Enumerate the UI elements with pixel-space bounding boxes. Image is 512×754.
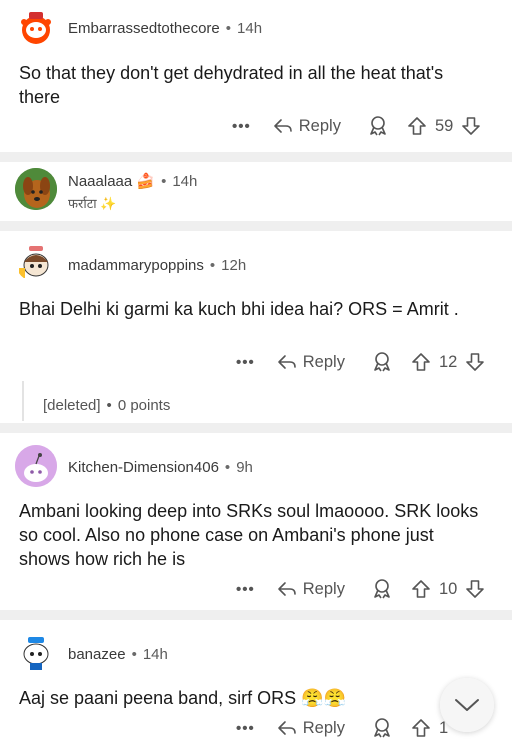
downvote-arrow-icon[interactable] bbox=[465, 579, 485, 599]
award-icon[interactable] bbox=[367, 115, 389, 137]
downvote-arrow-icon[interactable] bbox=[461, 116, 481, 136]
comment-separator bbox=[0, 423, 512, 433]
upvote-arrow-icon[interactable] bbox=[411, 718, 431, 738]
award-icon[interactable] bbox=[371, 578, 393, 600]
cake-icon: 🍰 bbox=[136, 173, 156, 190]
more-options-icon[interactable]: ••• bbox=[236, 720, 255, 737]
comment-actions: ••• Reply 12 bbox=[236, 348, 485, 376]
timestamp: 9h bbox=[236, 459, 253, 476]
deleted-author: [deleted] bbox=[43, 397, 101, 414]
reply-arrow-icon bbox=[277, 719, 297, 737]
username[interactable]: Naaalaaa bbox=[68, 173, 132, 190]
upvote-arrow-icon[interactable] bbox=[407, 116, 427, 136]
reply-label: Reply bbox=[302, 718, 345, 737]
upvote-arrow-icon[interactable] bbox=[411, 352, 431, 372]
vote-controls: 10 bbox=[411, 579, 485, 599]
timestamp: 14h bbox=[142, 646, 168, 663]
downvote-arrow-icon[interactable] bbox=[465, 352, 485, 372]
reply-label: Reply bbox=[302, 579, 345, 598]
comment-meta: Naaalaaa 🍰 • 14h bbox=[68, 173, 198, 190]
comment-meta: banazee • 14h bbox=[68, 646, 168, 663]
comment-actions: ••• Reply 1 bbox=[236, 714, 448, 742]
vote-controls: 12 bbox=[411, 352, 485, 372]
avatar[interactable] bbox=[15, 6, 57, 48]
flair-text: फर्राटा bbox=[68, 196, 97, 211]
more-options-icon[interactable]: ••• bbox=[236, 581, 255, 598]
reply-button[interactable]: Reply bbox=[273, 117, 341, 136]
timestamp: 14h bbox=[237, 20, 263, 37]
vote-controls: 59 bbox=[407, 116, 481, 136]
reply-button[interactable]: Reply bbox=[277, 580, 345, 599]
comment-1: Embarrassedtothecore • 14h So that they do… bbox=[0, 0, 512, 152]
timestamp: 14h bbox=[172, 173, 198, 190]
angry-face-emoji: 😤😤 bbox=[301, 688, 347, 708]
more-options-icon[interactable]: ••• bbox=[232, 118, 251, 135]
snoo-avatar-icon bbox=[21, 12, 51, 44]
award-icon[interactable] bbox=[371, 717, 393, 739]
comment-3: madammarypoppins • 12h Bhai Delhi ki garmi… bbox=[0, 231, 512, 421]
dog-avatar-icon bbox=[15, 168, 57, 210]
avatar[interactable] bbox=[15, 445, 57, 487]
reply-button[interactable]: Reply bbox=[277, 719, 345, 738]
vote-controls: 1 bbox=[411, 718, 448, 738]
avatar[interactable] bbox=[15, 168, 57, 210]
deleted-reply[interactable]: [deleted] • 0 points bbox=[43, 397, 170, 414]
comment-separator bbox=[0, 152, 512, 162]
avatar[interactable] bbox=[15, 240, 57, 282]
comment-body: So that they don't get dehydrated in all… bbox=[19, 63, 444, 107]
vote-score: 10 bbox=[438, 579, 458, 598]
snoo-avatar-icon bbox=[19, 246, 49, 278]
timestamp: 12h bbox=[221, 257, 247, 274]
reply-arrow-icon bbox=[277, 580, 297, 598]
comment-body: Aaj se paani peena band, sirf ORS 😤😤 bbox=[19, 686, 489, 710]
comment-meta: madammarypoppins • 12h bbox=[68, 257, 247, 274]
comment-body: Bhai Delhi ki garmi ka kuch bhi idea hai… bbox=[19, 299, 459, 319]
reply-arrow-icon bbox=[273, 117, 293, 135]
sparkle-icon: ✨ bbox=[100, 196, 117, 211]
comment-actions: ••• Reply 59 bbox=[232, 112, 481, 140]
snoo-avatar-icon bbox=[23, 637, 49, 670]
comment-2: Naaalaaa 🍰 • 14h फर्राटा ✨ bbox=[0, 162, 512, 211]
vote-score: 59 bbox=[434, 116, 454, 135]
snoo-avatar-icon bbox=[15, 445, 57, 487]
comment-body: Ambani looking deep into SRKs soul lmaoo… bbox=[19, 501, 479, 569]
chevron-down-icon bbox=[454, 697, 480, 713]
comment-text: Aaj se paani peena band, sirf ORS bbox=[19, 688, 297, 708]
username[interactable]: madammarypoppins bbox=[68, 257, 204, 274]
deleted-points: 0 points bbox=[117, 397, 171, 414]
reply-label: Reply bbox=[302, 352, 345, 371]
upvote-arrow-icon[interactable] bbox=[411, 579, 431, 599]
comment-actions: ••• Reply 10 bbox=[236, 575, 485, 603]
reply-arrow-icon bbox=[277, 353, 297, 371]
comment-meta: Embarrassedtothecore • 14h bbox=[68, 20, 263, 37]
reply-button[interactable]: Reply bbox=[277, 353, 345, 372]
vote-score: 12 bbox=[438, 352, 458, 371]
username[interactable]: banazee bbox=[68, 646, 126, 663]
thread-line bbox=[22, 381, 24, 421]
comment-meta: Kitchen-Dimension406 • 9h bbox=[68, 459, 253, 476]
comment-separator bbox=[0, 221, 512, 231]
comment-4: Kitchen-Dimension406 • 9h Ambani looking d… bbox=[0, 433, 512, 612]
more-options-icon[interactable]: ••• bbox=[236, 354, 255, 371]
scroll-down-button[interactable] bbox=[440, 678, 494, 732]
comment-separator bbox=[0, 610, 512, 620]
reply-label: Reply bbox=[298, 116, 341, 135]
user-flair: फर्राटा ✨ bbox=[68, 194, 116, 212]
username[interactable]: Kitchen-Dimension406 bbox=[68, 459, 219, 476]
award-icon[interactable] bbox=[371, 351, 393, 373]
avatar[interactable] bbox=[15, 630, 57, 672]
username[interactable]: Embarrassedtothecore bbox=[68, 20, 220, 37]
comment-5: banazee • 14h Aaj se paani peena band, sir… bbox=[0, 620, 512, 754]
